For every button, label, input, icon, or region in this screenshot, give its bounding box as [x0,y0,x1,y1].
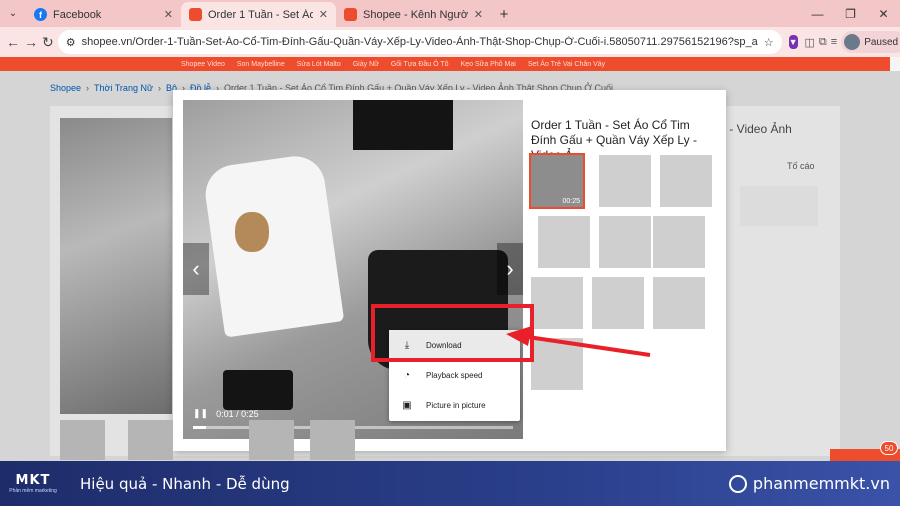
notification-badge: 50 [880,441,898,455]
keyword-link[interactable]: Giày Nữ [353,61,379,68]
shopee-icon [189,8,202,21]
back-button[interactable]: ← [6,31,20,53]
shopee-keyword-bar: Shopee Video Son Maybelline Sửa Lót Malt… [0,57,890,71]
keyword-link[interactable]: Son Maybelline [237,61,285,68]
translate-icon[interactable]: ◫ [805,32,815,52]
extensions-puzzle-icon[interactable]: ⧉ [819,32,827,52]
profile-button[interactable]: Paused [841,31,900,53]
menu-item-picture-in-picture[interactable]: ▣ Picture in picture [389,390,520,420]
brand-name: MKT [15,473,51,488]
reload-button[interactable]: ↻ [42,31,54,53]
product-main-image [60,118,172,414]
tab-shopee-product[interactable]: Order 1 Tuần - Set Áo Cổ Tim Đ ✕ [181,2,336,27]
breadcrumb-link[interactable]: Shopee [50,83,81,93]
keyword-link[interactable]: Kẹo Sữa Phô Mai [461,61,516,68]
close-icon[interactable]: ✕ [319,8,328,21]
gift-box-image [353,100,453,150]
website-text: phanmemmkt.vn [752,474,890,493]
annotation-arrow-icon [506,326,651,357]
video-controls: ❚❚ 0:01 / 0:25 [193,408,259,419]
shopee-icon [344,8,357,21]
product-thumb[interactable] [310,420,355,460]
thumb-duration: 00:25 [562,198,580,205]
slogan-text: Hiệu quả - Nhanh - Dễ dùng [80,474,290,493]
keyword-link[interactable]: Sửa Lót Malto [297,61,341,68]
playback-speed-icon: ◔ [403,369,411,381]
breadcrumb-link[interactable]: Thời Trang Nữ [94,83,153,93]
tab-label: Facebook [53,8,102,21]
profile-status: Paused [864,36,899,48]
gallery-thumb[interactable] [653,277,705,329]
gallery-video-thumb[interactable]: 00:25 [529,153,585,209]
report-link[interactable]: Tố cáo [787,161,815,171]
video-time: 0:01 / 0:25 [216,408,259,419]
tab-search-button[interactable]: ⌄ [0,0,26,27]
price-box [740,186,818,226]
product-thumb[interactable] [60,420,105,460]
keyword-link[interactable]: Gối Tựa Đầu Ô Tô [391,61,449,68]
gallery-thumb[interactable] [653,216,705,268]
browser-tab-bar: ⌄ f Facebook ✕ Order 1 Tuần - Set Áo Cổ … [0,0,900,27]
facebook-icon: f [34,8,47,21]
mkt-logo: MKT Phần mềm marketing [0,461,66,506]
product-thumb[interactable] [128,420,173,460]
bookmark-star-icon[interactable]: ☆ [764,36,774,49]
prev-arrow-button[interactable]: ‹ [183,243,209,295]
handbag-image [223,370,293,410]
close-icon[interactable]: ✕ [164,8,173,21]
pause-icon[interactable]: ❚❚ [193,408,208,419]
avatar [844,34,861,50]
window-controls: — ❐ ✕ [801,0,900,27]
product-title-fragment: y - Video Ảnh [720,122,792,136]
menu-item-label: Playback speed [426,370,483,380]
minimize-icon[interactable]: — [801,0,834,27]
browser-toolbar: ← → ↻ ⚙ shopee.vn/Order-1-Tuần-Set-Áo-Cổ… [0,27,900,57]
close-icon[interactable]: ✕ [474,8,483,21]
gallery-thumb[interactable] [660,155,712,207]
site-info-icon[interactable]: ⚙ [66,36,76,49]
menu-item-label: Picture in picture [426,400,486,410]
keyword-link[interactable]: Set Áo Trẻ Vai Chân Váy [528,61,605,68]
gallery-thumb[interactable] [599,216,651,268]
picture-in-picture-icon: ▣ [402,399,412,411]
website: phanmemmkt.vn [728,474,890,493]
tab-label: Shopee - Kênh Người bán [363,8,468,21]
keyword-link[interactable]: Shopee Video [181,61,225,68]
tab-shopee-seller[interactable]: Shopee - Kênh Người bán ✕ [336,2,491,27]
address-bar[interactable]: ⚙ shopee.vn/Order-1-Tuần-Set-Áo-Cổ-Tim-Đ… [57,30,782,54]
forward-button[interactable]: → [24,31,38,53]
close-window-icon[interactable]: ✕ [867,0,900,27]
restore-icon[interactable]: ❐ [834,0,867,27]
brand-subtitle: Phần mềm marketing [9,488,57,494]
mkt-footer-banner: MKT Phần mềm marketing Hiệu quả - Nhanh … [0,461,900,506]
new-tab-button[interactable]: + [491,2,517,27]
globe-icon [728,474,747,493]
gallery-thumb[interactable] [599,155,651,207]
shirt-image [201,152,345,338]
media-control-icon[interactable]: ≡ [831,32,837,52]
url-text: shopee.vn/Order-1-Tuần-Set-Áo-Cổ-Tim-Đín… [81,36,758,48]
video-progress-fill [193,426,206,429]
teddy-bear-image [235,212,269,252]
tab-facebook[interactable]: f Facebook ✕ [26,2,181,27]
tab-label: Order 1 Tuần - Set Áo Cổ Tim Đ [208,8,313,21]
next-arrow-button[interactable]: › [497,243,523,295]
extension-icon[interactable]: ▼ [788,35,798,49]
gallery-thumb[interactable] [538,216,590,268]
product-thumb[interactable] [249,420,294,460]
